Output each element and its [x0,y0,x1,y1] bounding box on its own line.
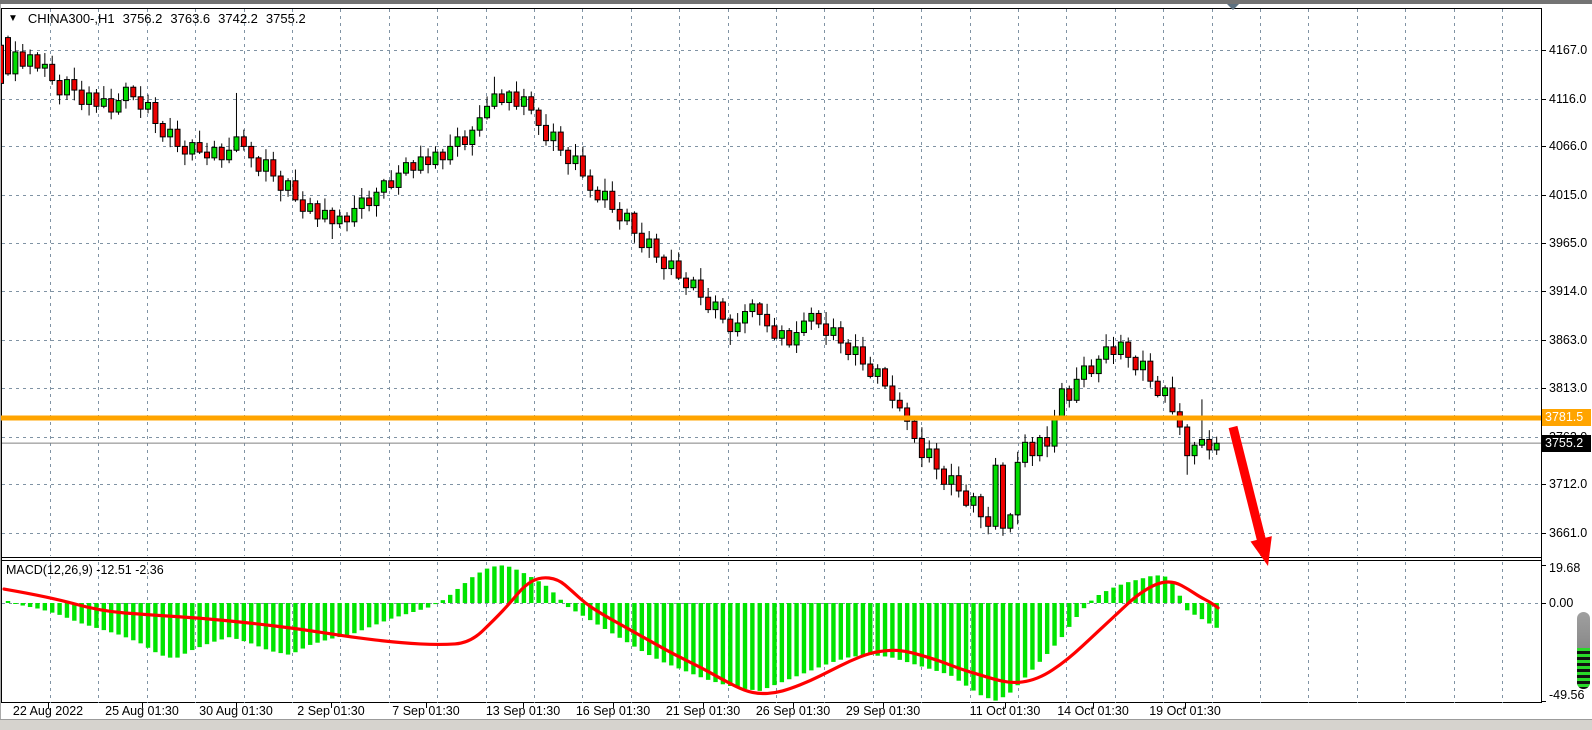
scroll-indicator-stripes [1577,648,1590,689]
price-tick-label: 3965.0 [1549,235,1587,251]
price-tick-label: 3661.0 [1549,525,1587,541]
quote-open: 3756.2 [123,11,163,26]
price-tick-label: 4116.0 [1549,91,1586,107]
time-tick-label: 13 Sep 01:30 [473,704,573,718]
time-tick-label: 21 Sep 01:30 [653,704,753,718]
macd-tick [1541,565,1546,566]
macd-tick [1541,701,1546,702]
scroll-indicator[interactable] [1577,612,1590,689]
mt4-chart-window: ▼ CHINA300-,H1 3756.2 3763.6 3742.2 3755… [0,0,1592,730]
symbol-period-label: CHINA300-,H1 [28,11,115,26]
time-tick-label: 11 Oct 01:30 [955,704,1055,718]
macd-tick-label: 19.68 [1549,560,1580,576]
macd-tick-label: -49.56 [1549,687,1584,703]
hline-price-flag: 3781.5 [1542,409,1591,426]
price-tick [1541,533,1546,534]
time-tick-label: 22 Aug 2022 [0,704,98,718]
price-tick-label: 4066.0 [1549,138,1587,154]
price-tick-label: 3914.0 [1549,283,1587,299]
quote-high: 3763.6 [170,11,210,26]
chart-header: ▼ CHINA300-,H1 3756.2 3763.6 3742.2 3755… [8,11,306,26]
price-tick-label: 3813.0 [1549,380,1587,396]
price-chart-panel[interactable] [2,9,1541,557]
price-tick [1541,388,1546,389]
price-tick-label: 3712.0 [1549,476,1587,492]
macd-indicator-label: MACD(12,26,9) -12.51 -2.36 [6,563,164,577]
time-axis[interactable]: 22 Aug 202225 Aug 01:3030 Aug 01:302 Sep… [0,703,1592,719]
window-left-edge [0,4,1,730]
price-tick [1541,146,1546,147]
time-tick-label: 30 Aug 01:30 [186,704,286,718]
macd-tick-label: 0.00 [1549,595,1573,611]
time-tick-label: 14 Oct 01:30 [1043,704,1143,718]
macd-panel[interactable] [2,561,1541,702]
price-tick [1541,243,1546,244]
current-price-flag: 3755.2 [1542,435,1591,452]
time-tick-label: 26 Sep 01:30 [743,704,843,718]
symbol-dropdown-icon[interactable]: ▼ [8,13,18,24]
panel-splitter-bottom[interactable] [0,560,1542,561]
price-tick [1541,50,1546,51]
chart-border-left [1,8,2,703]
time-tick-label: 29 Sep 01:30 [833,704,933,718]
time-tick-label: 7 Sep 01:30 [376,704,476,718]
price-tick [1541,291,1546,292]
price-tick-label: 4167.0 [1549,42,1587,58]
time-tick-label: 16 Sep 01:30 [563,704,663,718]
window-bottom-edge [0,719,1592,730]
price-tick-label: 3863.0 [1549,332,1587,348]
window-top-edge [0,0,1592,4]
time-tick-label: 25 Aug 01:30 [92,704,192,718]
macd-tick [1541,603,1546,604]
chart-border-top [0,8,1542,9]
price-tick [1541,340,1546,341]
quote-low: 3742.2 [218,11,258,26]
price-tick [1541,195,1546,196]
price-tick [1541,99,1546,100]
price-tick-label: 4015.0 [1549,187,1587,203]
price-tick [1541,484,1546,485]
quote-close: 3755.2 [266,11,306,26]
time-tick-label: 2 Sep 01:30 [281,704,381,718]
time-tick-label: 19 Oct 01:30 [1135,704,1235,718]
panel-splitter-top[interactable] [0,557,1542,558]
